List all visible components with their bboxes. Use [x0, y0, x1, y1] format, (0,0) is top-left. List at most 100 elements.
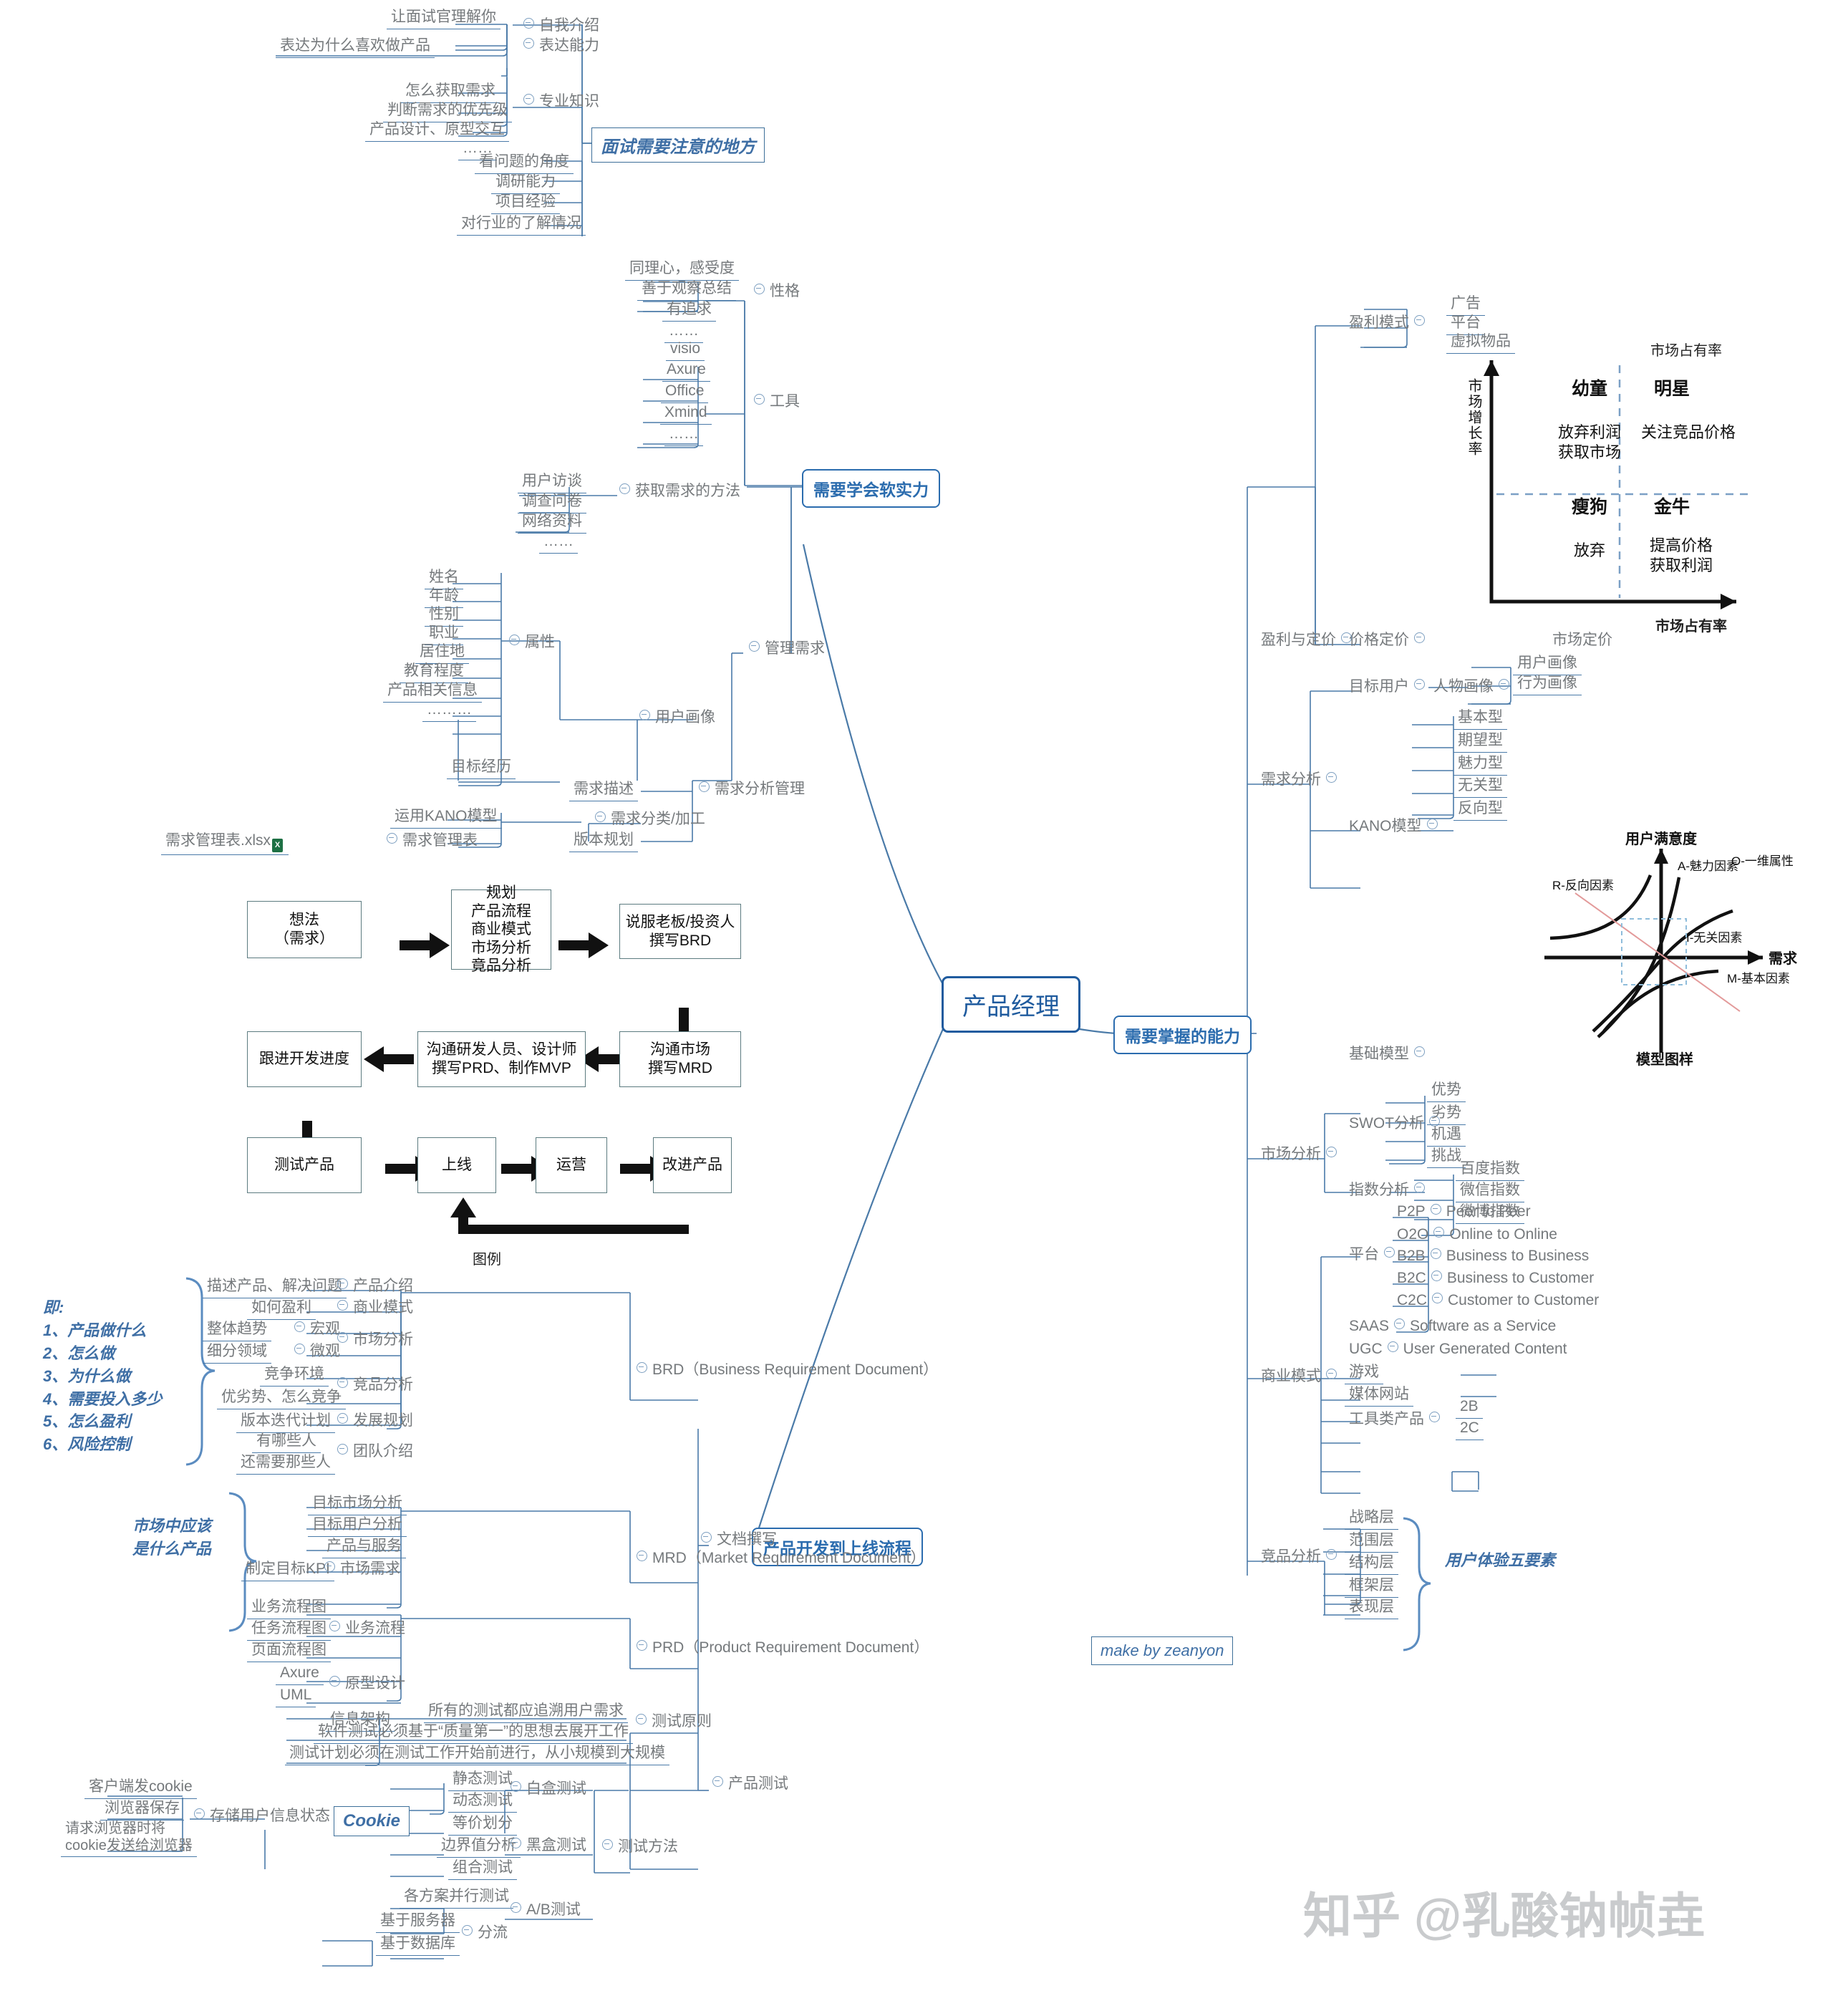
toggle-icon[interactable]	[1387, 1341, 1398, 1352]
toggle-icon[interactable]	[1414, 1182, 1425, 1193]
toggle-icon[interactable]	[1414, 679, 1425, 690]
node-index-1[interactable]: 微信指数	[1456, 1180, 1524, 1203]
node-brd-2-1-0[interactable]: 细分领域	[203, 1341, 271, 1364]
toggle-icon[interactable]	[337, 1413, 348, 1424]
toggle-icon[interactable]	[462, 1925, 473, 1936]
node-whitebox[interactable]: 白盒测试	[501, 1779, 591, 1800]
node-prd-0-1[interactable]: 任务流程图	[247, 1619, 331, 1641]
node-mrd-1[interactable]: 目标用户分析	[308, 1515, 407, 1538]
node-store-user-state[interactable]: 存储用户信息状态	[185, 1806, 334, 1828]
node-brd-5-0[interactable]: 有哪些人	[252, 1431, 321, 1454]
node-split[interactable]: 分流	[453, 1923, 512, 1944]
node-kano-model[interactable]: KANO模型	[1345, 816, 1447, 838]
node-mrd-3[interactable]: 市场需求	[315, 1559, 405, 1581]
toggle-icon[interactable]	[337, 1278, 348, 1289]
node-competitor-analysis[interactable]: 竞品分析	[1257, 1547, 1346, 1568]
node-kano-2[interactable]: 魅力型	[1453, 753, 1507, 776]
toggle-icon[interactable]	[602, 1839, 613, 1850]
toggle-icon[interactable]	[1499, 679, 1509, 690]
node-brd-5-1[interactable]: 还需要那些人	[236, 1452, 335, 1475]
node-product-test[interactable]: 产品测试	[703, 1774, 793, 1795]
toggle-icon[interactable]	[1433, 1227, 1445, 1238]
node-req-analysis[interactable]: 需求分析	[1257, 770, 1346, 791]
node-person-persona[interactable]: 人物画像	[1429, 677, 1519, 698]
toggle-icon[interactable]	[701, 1532, 712, 1543]
node-brd-1[interactable]: 商业模式	[328, 1298, 417, 1319]
node-abtest-0[interactable]: 各方案并行测试	[400, 1886, 513, 1909]
node-swot-0[interactable]: 优势	[1427, 1080, 1466, 1103]
node-cookie-1[interactable]: 浏览器保存	[100, 1798, 184, 1821]
node-prd-1-1[interactable]: UML	[276, 1685, 316, 1708]
node-kano-3[interactable]: 无关型	[1453, 776, 1507, 799]
toggle-icon[interactable]	[1431, 1270, 1442, 1281]
toggle-icon[interactable]	[1326, 772, 1337, 783]
node-brd-4[interactable]: 发展规划	[328, 1411, 417, 1432]
toggle-icon[interactable]	[294, 1321, 305, 1332]
node-market-analysis[interactable]: 市场分析	[1257, 1144, 1346, 1166]
toggle-icon[interactable]	[637, 1362, 647, 1373]
toggle-icon[interactable]	[337, 1332, 348, 1343]
toggle-icon[interactable]	[324, 1561, 335, 1572]
toggle-icon[interactable]	[511, 1838, 521, 1848]
node-brd-0-0[interactable]: 描述产品、解决问题	[203, 1276, 347, 1299]
node-prd[interactable]: PRD（Product Requirement Document）	[627, 1638, 933, 1659]
node-prd-1-0[interactable]: Axure	[276, 1663, 324, 1686]
node-profit-mode-2[interactable]: 虚拟物品	[1446, 332, 1515, 355]
node-target-user[interactable]: 目标用户	[1345, 677, 1434, 698]
node-split-1[interactable]: 基于数据库	[376, 1934, 460, 1957]
node-prd-0-2[interactable]: 页面流程图	[247, 1640, 331, 1663]
node-tool-product[interactable]: 工具类产品	[1345, 1409, 1449, 1431]
toggle-icon[interactable]	[1326, 1369, 1337, 1379]
toggle-icon[interactable]	[511, 1781, 521, 1792]
node-blackbox-2[interactable]: 组合测试	[448, 1858, 517, 1881]
node-tool-2c[interactable]: 2C	[1456, 1418, 1484, 1441]
node-brd-2-0-0[interactable]: 整体趋势	[203, 1319, 271, 1342]
node-cookie-0[interactable]: 客户端发cookie	[84, 1777, 197, 1800]
node-kano-1[interactable]: 期望型	[1453, 730, 1507, 753]
toggle-icon[interactable]	[1394, 1318, 1406, 1329]
node-media-site[interactable]: 媒体网站	[1345, 1384, 1413, 1407]
node-mrd-2[interactable]: 产品与服务	[322, 1536, 406, 1559]
node-prd-0-0[interactable]: 业务流程图	[247, 1597, 331, 1620]
toggle-icon[interactable]	[712, 1776, 723, 1787]
node-market-pricing[interactable]: 市场定价	[1548, 630, 1617, 652]
toggle-icon[interactable]	[337, 1377, 348, 1388]
node-test-principle-0[interactable]: 所有的测试都应追溯用户需求	[424, 1701, 628, 1724]
toggle-icon[interactable]	[329, 1621, 340, 1631]
toggle-icon[interactable]	[1426, 819, 1438, 829]
node-index-0[interactable]: 百度指数	[1456, 1159, 1524, 1182]
node-o2o[interactable]: O2O Online to Online	[1393, 1225, 1562, 1246]
node-brd[interactable]: BRD（Business Requirement Document）	[627, 1360, 942, 1381]
node-ux-layer-2[interactable]: 结构层	[1345, 1553, 1398, 1576]
node-cookie-2[interactable]: 请求浏览器时将 cookie发送给浏览器	[61, 1819, 197, 1857]
toggle-icon[interactable]	[337, 1300, 348, 1311]
toggle-icon[interactable]	[1430, 1204, 1441, 1215]
node-persona-user[interactable]: 用户画像	[1513, 653, 1582, 676]
node-index-analysis[interactable]: 指数分析	[1345, 1180, 1434, 1202]
node-ux-layer-4[interactable]: 表现层	[1345, 1597, 1398, 1620]
node-prd-0[interactable]: 业务流程	[320, 1619, 410, 1640]
node-test-principle-2[interactable]: 测试计划必须在测试工作开始前进行，从小规模到大规模	[285, 1743, 669, 1766]
node-prd-1[interactable]: 原型设计	[320, 1674, 410, 1695]
toggle-icon[interactable]	[636, 1714, 647, 1725]
node-doc-writing[interactable]: 文档撰写	[692, 1530, 781, 1551]
toggle-icon[interactable]	[194, 1808, 205, 1819]
toggle-icon[interactable]	[511, 1902, 521, 1913]
toggle-icon[interactable]	[1414, 315, 1425, 326]
node-persona-behavior[interactable]: 行为画像	[1513, 673, 1582, 696]
node-p2p[interactable]: P2P Peer to Peer	[1393, 1202, 1535, 1223]
node-brd-5[interactable]: 团队介绍	[328, 1442, 417, 1463]
toggle-icon[interactable]	[329, 1676, 340, 1687]
node-base-model[interactable]: 基础模型	[1345, 1044, 1434, 1066]
toggle-icon[interactable]	[1430, 1248, 1441, 1259]
toggle-icon[interactable]	[1414, 632, 1425, 643]
node-abtest[interactable]: A/B测试	[501, 1900, 585, 1921]
toggle-icon[interactable]	[337, 1444, 348, 1455]
node-ugc[interactable]: UGC User Generated Content	[1345, 1339, 1571, 1361]
toggle-icon[interactable]	[294, 1344, 305, 1354]
toggle-icon[interactable]	[1326, 1147, 1337, 1157]
node-b2c[interactable]: B2C Business to Customer	[1393, 1268, 1598, 1290]
node-brd-0[interactable]: 产品介绍	[328, 1276, 417, 1298]
node-ux-layer-3[interactable]: 框架层	[1345, 1576, 1398, 1598]
node-brd-2[interactable]: 市场分析	[328, 1330, 417, 1351]
